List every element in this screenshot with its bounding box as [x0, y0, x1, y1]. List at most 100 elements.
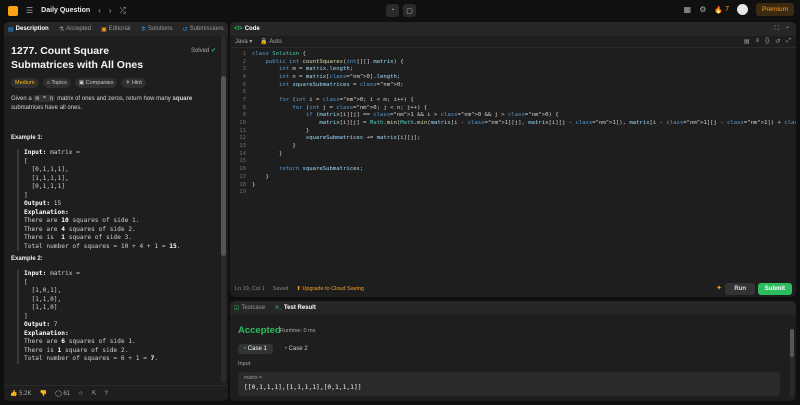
format-icon[interactable]: ≡: [756, 38, 760, 45]
feedback-icon[interactable]: ?: [104, 391, 107, 397]
bookmark-icon[interactable]: ▤: [744, 38, 750, 45]
code-editor[interactable]: 1 class Solution {2 public int countSquar…: [230, 50, 796, 196]
braces-icon[interactable]: {}: [765, 38, 769, 45]
avatar[interactable]: [736, 4, 748, 15]
problem-list-title[interactable]: Daily Question: [41, 7, 90, 14]
tab-solutions[interactable]: ⚗ Solutions: [140, 26, 172, 33]
auto-mode[interactable]: 🔒 Auto: [260, 38, 281, 45]
code-text: for (int i = class="nm">0; i < m; i++) {: [278, 96, 414, 103]
code-text: int n = matrix[class="nm">0].length;: [278, 73, 401, 80]
topics-tag[interactable]: ⌂ Topics: [42, 78, 71, 88]
code-line[interactable]: 11 }: [230, 127, 796, 135]
notes-icon[interactable]: ▢: [403, 4, 416, 17]
line-number: 6: [242, 89, 246, 96]
code-text: public int countSquares(int[][] matrix) …: [265, 58, 404, 65]
code-line[interactable]: 17 }: [230, 173, 796, 181]
language-select[interactable]: Java ▾: [235, 38, 252, 45]
result-tabbar: ☑ Testcase >_ Test Result: [230, 301, 796, 315]
code-line[interactable]: 4 int n = matrix[class="nm">0].length;: [230, 73, 796, 81]
comments-button[interactable]: ◯ 61: [55, 390, 70, 397]
code-line[interactable]: 9 if (matrix[i][j] == class="nm">1 && i …: [230, 112, 796, 120]
result-scrollbar[interactable]: [790, 329, 794, 397]
dislike-icon[interactable]: 👎: [40, 390, 47, 397]
leetcode-logo[interactable]: [8, 5, 18, 16]
line-number: 16: [239, 166, 246, 173]
code-text: squareSubmatrices += matrix[i][j];: [305, 135, 421, 142]
code-line[interactable]: 10 matrix[i][j] = Math.min(Math.min(matr…: [230, 119, 796, 127]
code-line[interactable]: 6: [230, 88, 796, 96]
tab-description[interactable]: ▤ Description: [8, 26, 49, 33]
code-line[interactable]: 14 }: [230, 150, 796, 158]
premium-button[interactable]: Premium: [755, 3, 794, 16]
code-line[interactable]: 1 class Solution {: [230, 50, 796, 58]
tab-test-result[interactable]: >_ Test Result: [275, 305, 316, 311]
tag-icon: ⌂: [46, 80, 50, 86]
companies-tag[interactable]: ▣ Companies: [74, 78, 118, 88]
upgrade-cloud-saving-link[interactable]: ⬆ Upgrade to Cloud Saving: [296, 286, 364, 292]
description-footer: 👍 5.2K 👎 ◯ 61 ☆ ⇱ ?: [4, 385, 228, 401]
checkbox-icon: ☑: [234, 305, 240, 312]
streak-count: 7: [725, 6, 729, 13]
code-line[interactable]: 18}: [230, 181, 796, 189]
debugger-icon[interactable]: ✦: [716, 284, 722, 292]
streak-counter[interactable]: 🔥 7: [714, 6, 729, 14]
hint-tag[interactable]: ☀ Hint: [121, 78, 146, 88]
star-icon[interactable]: ☆: [78, 390, 83, 397]
tab-accepted[interactable]: ⚗ Accepted: [59, 26, 91, 33]
lock-icon: 🔒: [260, 39, 268, 45]
like-button[interactable]: 👍 5.2K: [10, 390, 32, 397]
line-number: 10: [239, 120, 246, 127]
code-icon: </>: [234, 26, 243, 32]
code-line[interactable]: 12 squareSubmatrices += matrix[i][j];: [230, 135, 796, 143]
list-icon[interactable]: ☰: [26, 6, 33, 15]
code-line[interactable]: 13 }: [230, 142, 796, 150]
submit-button[interactable]: Submit: [757, 283, 792, 295]
code-line[interactable]: 16 return squareSubmatrices;: [230, 165, 796, 173]
flask-icon: ⚗: [140, 26, 146, 33]
line-number: 5: [242, 81, 246, 88]
code-text: int m = matrix.length;: [278, 66, 354, 73]
layout-icon[interactable]: ▦: [684, 5, 692, 14]
editor-status-bar: Ln 19, Col 1 Saved ⬆ Upgrade to Cloud Sa…: [230, 281, 796, 297]
lock-icon: ▣: [78, 80, 85, 86]
maximize-icon[interactable]: ⛶: [775, 26, 779, 33]
thumbs-up-icon: 👍: [10, 391, 18, 397]
prev-arrow-icon[interactable]: ‹: [98, 6, 101, 15]
code-line[interactable]: 5 int squareSubmatrices = class="nm">0;: [230, 81, 796, 89]
shuffle-icon[interactable]: ⤮: [120, 6, 126, 15]
code-text: }: [252, 173, 269, 180]
share-icon[interactable]: ⇱: [91, 390, 96, 397]
debug-icon[interactable]: ◔: [386, 4, 399, 17]
tab-submissions[interactable]: ↺ Submissions: [183, 26, 224, 33]
input-box: matrix = [[0,1,1,1],[1,1,1,1],[0,1,1,1]]: [238, 372, 780, 396]
code-line[interactable]: 7 for (int i = class="nm">0; i < m; i++)…: [230, 96, 796, 104]
difficulty-badge: Medium: [11, 78, 39, 88]
code-text: }: [252, 150, 283, 157]
code-line[interactable]: 15: [230, 158, 796, 166]
case-2-tab[interactable]: • Case 2: [279, 344, 314, 354]
next-arrow-icon[interactable]: ›: [109, 6, 112, 15]
tab-editorial[interactable]: ▣ Editorial: [101, 26, 130, 33]
description-scrollbar[interactable]: [221, 36, 226, 383]
tab-code[interactable]: </> Code: [234, 26, 260, 32]
run-button[interactable]: Run: [725, 283, 755, 295]
collapse-icon[interactable]: ⌃: [785, 26, 790, 33]
code-line[interactable]: 3 int m = matrix.length;: [230, 65, 796, 73]
tab-testcase[interactable]: ☑ Testcase: [234, 305, 265, 312]
fullscreen-icon[interactable]: ⤢: [786, 38, 791, 45]
code-line[interactable]: 8 for (int j = class="nm">0; j < n; j++)…: [230, 104, 796, 112]
code-line[interactable]: 19: [230, 188, 796, 196]
problem-title[interactable]: 1277. Count Square Submatrices with All …: [11, 44, 171, 72]
code-line[interactable]: 2 public int countSquares(int[][] matrix…: [230, 58, 796, 66]
settings-gear-icon[interactable]: ⚙: [699, 5, 706, 14]
line-number: 15: [239, 158, 246, 165]
example-2-block: Input: matrix = [ [1,0,1], [1,1,0], [1,1…: [17, 270, 158, 364]
reset-icon[interactable]: ↺: [775, 38, 780, 45]
left-tabbar: ▤ Description ⚗ Accepted ▣ Editorial ⚗ Solut…: [4, 22, 228, 36]
line-number: 19: [239, 189, 246, 196]
history-icon: ↺: [182, 26, 188, 33]
code-text: if (matrix[i][j] == class="nm">1 && i > …: [305, 112, 559, 119]
code-text: matrix[i][j] = Math.min(Math.min(matrix[…: [319, 120, 796, 127]
top-bar: ☰ Daily Question ‹ › ⤮ ◔ ▢ ▦ ⚙ 🔥 7 Premiu…: [0, 0, 800, 21]
case-1-tab[interactable]: • Case 1: [238, 344, 273, 354]
